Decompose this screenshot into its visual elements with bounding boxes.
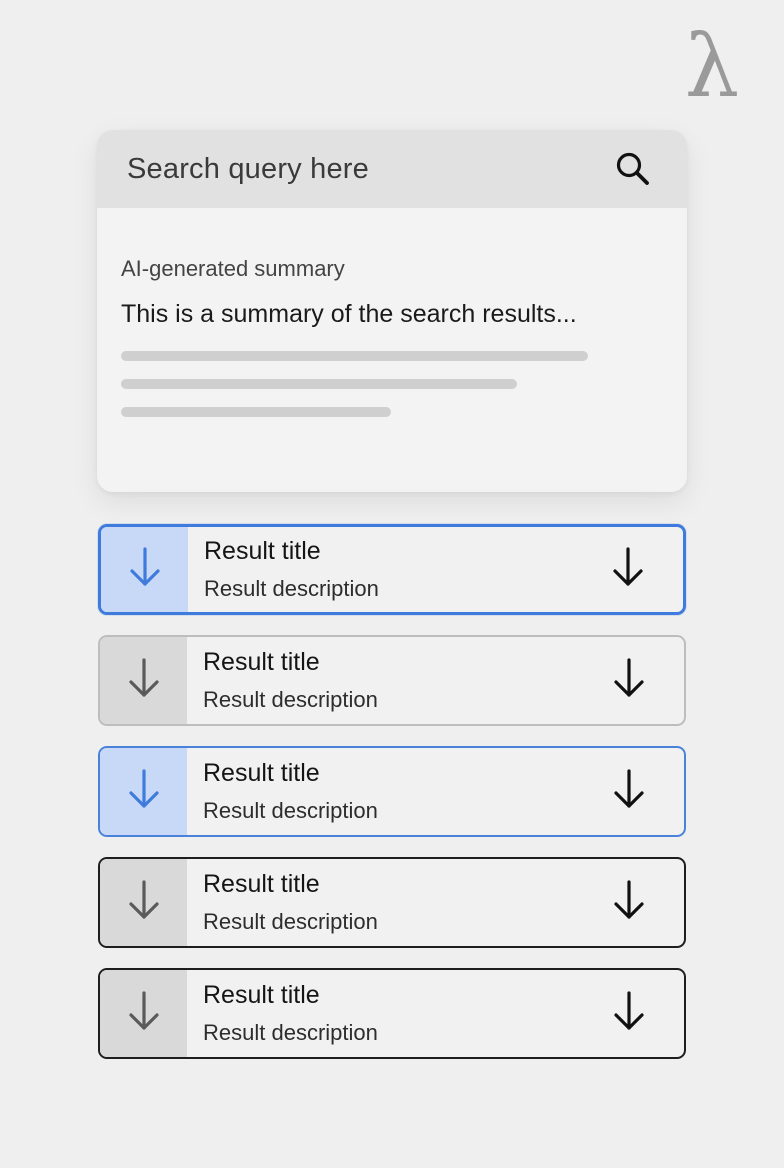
result-item[interactable]: Result title Result description — [98, 968, 686, 1059]
result-item[interactable]: Result title Result description — [98, 635, 686, 726]
summary-text: This is a summary of the search results.… — [121, 300, 577, 328]
arrow-down-icon — [124, 988, 164, 1039]
skeleton-line — [121, 407, 391, 417]
arrow-down-icon — [124, 877, 164, 928]
result-side-panel — [100, 748, 187, 835]
download-button[interactable] — [573, 527, 683, 612]
result-description: Result description — [203, 798, 378, 823]
search-card: Search query here AI-generated summary T… — [97, 130, 687, 492]
ai-summary: AI-generated summary This is a summary o… — [97, 208, 687, 417]
arrow-down-icon — [125, 544, 165, 595]
arrow-down-icon — [609, 766, 649, 817]
download-button[interactable] — [574, 859, 684, 946]
result-side-panel — [100, 970, 187, 1057]
result-side-panel — [101, 527, 188, 612]
search-icon[interactable] — [613, 149, 653, 189]
result-description: Result description — [203, 687, 378, 712]
result-description: Result description — [203, 1020, 378, 1045]
summary-label: AI-generated summary — [121, 256, 345, 281]
result-body: Result title Result description — [187, 748, 574, 835]
skeleton-line — [121, 379, 517, 389]
arrow-down-icon — [609, 988, 649, 1039]
arrow-down-icon — [608, 544, 648, 595]
result-title: Result title — [204, 537, 321, 565]
result-item[interactable]: Result title Result description — [98, 746, 686, 837]
search-input[interactable]: Search query here — [127, 153, 369, 186]
arrow-down-icon — [609, 877, 649, 928]
result-body: Result title Result description — [187, 637, 574, 724]
result-item[interactable]: Result title Result description — [98, 857, 686, 948]
results-list: Result title Result description Result t… — [98, 524, 686, 1079]
result-body: Result title Result description — [188, 527, 573, 612]
result-title: Result title — [203, 981, 320, 1009]
skeleton-line — [121, 351, 588, 361]
result-side-panel — [100, 637, 187, 724]
result-body: Result title Result description — [187, 859, 574, 946]
arrow-down-icon — [609, 655, 649, 706]
lambda-logo: λ — [684, 17, 740, 117]
download-button[interactable] — [574, 748, 684, 835]
download-button[interactable] — [574, 637, 684, 724]
result-title: Result title — [203, 648, 320, 676]
arrow-down-icon — [124, 766, 164, 817]
search-bar[interactable]: Search query here — [97, 130, 687, 208]
result-description: Result description — [203, 909, 378, 934]
result-body: Result title Result description — [187, 970, 574, 1057]
result-item[interactable]: Result title Result description — [98, 524, 686, 615]
result-title: Result title — [203, 870, 320, 898]
result-side-panel — [100, 859, 187, 946]
arrow-down-icon — [124, 655, 164, 706]
download-button[interactable] — [574, 970, 684, 1057]
result-description: Result description — [204, 576, 379, 601]
result-title: Result title — [203, 759, 320, 787]
